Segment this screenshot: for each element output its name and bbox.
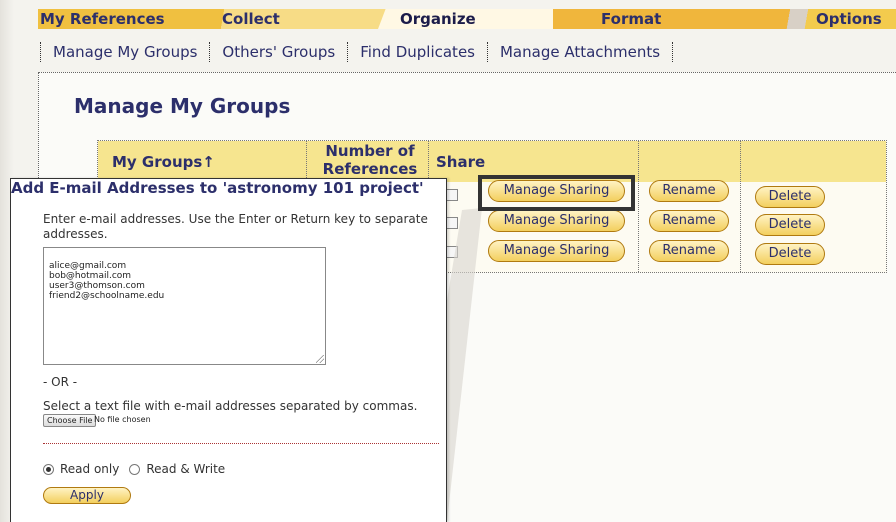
file-upload-label: Select a text file with e-mail addresses… (43, 399, 418, 413)
sort-arrow-icon: ↑ (202, 153, 215, 171)
no-file-chosen-text: No file chosen (94, 415, 151, 424)
sub-nav: Manage My Groups Others' Groups Find Dup… (40, 34, 674, 70)
column-divider (638, 141, 639, 272)
subnav-manage-attachments[interactable]: Manage Attachments (488, 43, 672, 61)
tab-collect[interactable]: Collect (208, 9, 408, 29)
resize-grip-icon[interactable] (316, 355, 324, 363)
manage-sharing-button[interactable]: Manage Sharing (488, 210, 625, 232)
header-number-line1: Number of (325, 142, 415, 160)
tab-organize[interactable]: Organize (378, 9, 568, 29)
read-write-radio[interactable] (129, 463, 141, 475)
choose-file-button[interactable]: Choose File (43, 414, 97, 427)
tab-my-references[interactable]: My References (38, 9, 208, 29)
or-separator-text: - OR - (43, 375, 78, 389)
subnav-separator (672, 42, 674, 62)
read-only-label[interactable]: Read only (60, 462, 119, 476)
subnav-manage-my-groups[interactable]: Manage My Groups (41, 43, 209, 61)
header-number-of-references: Number of References (315, 142, 425, 178)
subnav-find-duplicates[interactable]: Find Duplicates (348, 43, 487, 61)
dialog-instructions: Enter e-mail addresses. Use the Enter or… (43, 212, 428, 241)
subnav-others-groups[interactable]: Others' Groups (210, 43, 347, 61)
delete-button[interactable]: Delete (755, 214, 825, 236)
email-list-text: alice@gmail.com bob@hotmail.com user3@th… (49, 261, 165, 301)
read-write-label[interactable]: Read & Write (146, 462, 225, 476)
share-checkbox[interactable] (446, 217, 458, 229)
top-nav: My References Collect Organize Format Op… (38, 9, 896, 29)
header-my-groups-label: My Groups (112, 153, 203, 171)
read-only-radio[interactable] (43, 463, 54, 475)
header-my-groups[interactable]: My Groups↑ (112, 153, 215, 171)
dialog-divider (43, 443, 439, 444)
dialog-title: Add E-mail Addresses to 'astronomy 101 p… (11, 179, 424, 197)
share-checkbox[interactable] (446, 246, 458, 258)
column-divider (740, 141, 741, 272)
share-checkbox[interactable] (446, 189, 458, 201)
email-addresses-textarea[interactable]: alice@gmail.com bob@hotmail.com user3@th… (43, 247, 326, 365)
add-email-dialog: Add E-mail Addresses to 'astronomy 101 p… (10, 178, 447, 522)
tab-options[interactable]: Options (798, 9, 896, 29)
delete-button[interactable]: Delete (755, 186, 825, 208)
rename-button[interactable]: Rename (649, 180, 729, 202)
delete-button[interactable]: Delete (755, 243, 825, 265)
permission-radio-group: Read only Read & Write (43, 462, 235, 476)
apply-button[interactable]: Apply (43, 487, 131, 504)
tab-format[interactable]: Format (553, 9, 813, 29)
page-title: Manage My Groups (74, 94, 291, 118)
rename-button[interactable]: Rename (649, 240, 729, 262)
manage-sharing-button[interactable]: Manage Sharing (488, 240, 625, 262)
highlight-callout-box (478, 175, 635, 211)
header-number-line2: References (322, 160, 418, 178)
header-share: Share (436, 153, 486, 171)
rename-button[interactable]: Rename (649, 210, 729, 232)
